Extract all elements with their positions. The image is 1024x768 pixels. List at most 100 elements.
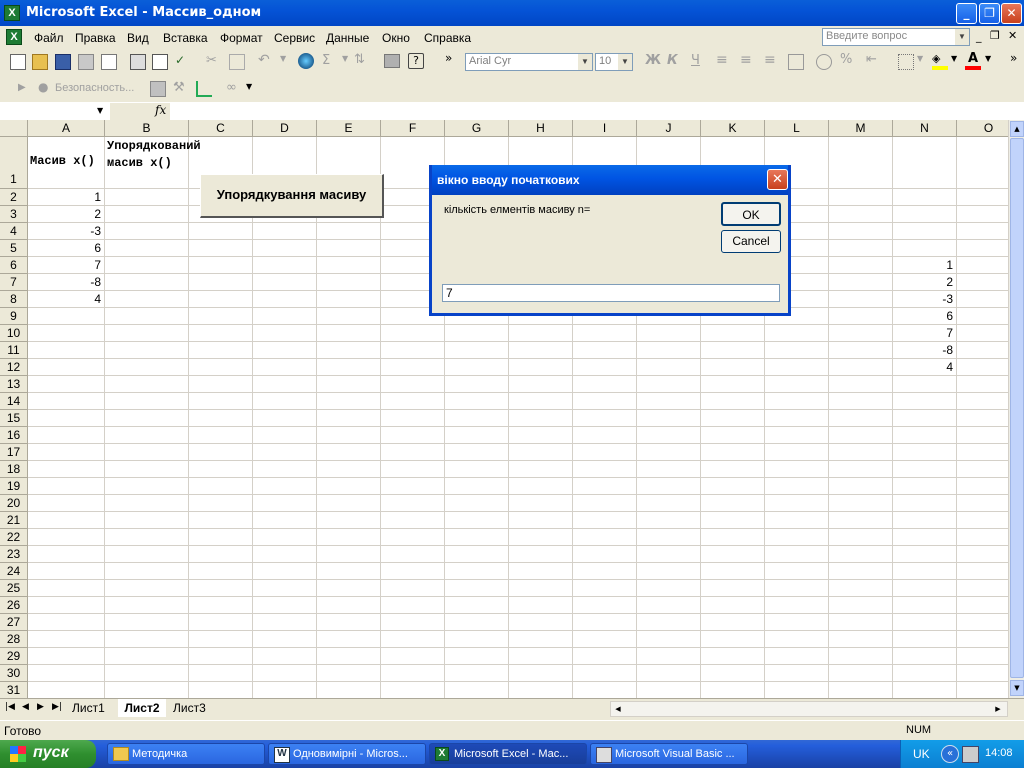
next-sheet-icon[interactable]: ▶ [37, 702, 44, 712]
column-header-o[interactable]: O [957, 120, 1008, 137]
run-icon[interactable]: ▶ [18, 82, 26, 93]
cell-a8[interactable]: 4 [28, 292, 101, 306]
column-header-e[interactable]: E [317, 120, 381, 137]
fill-color-dropdown-icon[interactable]: ▼ [951, 54, 957, 63]
column-header-h[interactable]: H [509, 120, 573, 137]
row-header-10[interactable]: 10 [0, 325, 28, 342]
font-name-select[interactable]: Arial Cyr ▼ [465, 53, 593, 71]
toolbar-overflow-icon[interactable]: » [1010, 51, 1017, 65]
sheet-tab-1[interactable]: Лист1 [72, 701, 105, 715]
n-input-field[interactable]: 7 [442, 284, 780, 302]
column-header-k[interactable]: K [701, 120, 765, 137]
row-header-14[interactable]: 14 [0, 393, 28, 410]
row-header-6[interactable]: 6 [0, 257, 28, 274]
task-word[interactable]: W Одновимірні - Micros... [268, 743, 426, 765]
last-sheet-icon[interactable]: ▶| [52, 702, 62, 712]
cell-n6[interactable]: 1 [893, 258, 953, 272]
cell-n7[interactable]: 2 [893, 275, 953, 289]
close-button[interactable]: ✕ [1001, 3, 1022, 24]
start-button[interactable]: пуск [0, 740, 96, 768]
column-header-l[interactable]: L [765, 120, 829, 137]
row-header-12[interactable]: 12 [0, 359, 28, 376]
record-icon[interactable]: ● [38, 80, 48, 94]
cell-n11[interactable]: -8 [893, 343, 953, 357]
help-question-input[interactable]: Введите вопрос ▼ [822, 28, 970, 46]
print-icon[interactable] [130, 54, 146, 70]
network-icon[interactable] [962, 746, 979, 763]
visual-basic-editor-icon[interactable] [196, 81, 212, 97]
column-header-j[interactable]: J [637, 120, 701, 137]
row-header-5[interactable]: 5 [0, 240, 28, 257]
new-document-icon[interactable] [10, 54, 26, 70]
borders-icon[interactable] [898, 54, 914, 70]
cell-a4[interactable]: -3 [28, 224, 101, 238]
cell-n10[interactable]: 7 [893, 326, 953, 340]
align-center-icon[interactable]: ≡ [740, 52, 752, 68]
preview-icon[interactable] [152, 54, 168, 70]
task-excel[interactable]: X Microsoft Excel - Мас... [429, 743, 587, 765]
workbook-icon[interactable]: X [6, 29, 22, 45]
autosum-icon[interactable]: Σ [322, 53, 330, 68]
column-header-n[interactable]: N [893, 120, 957, 137]
row-header-11[interactable]: 11 [0, 342, 28, 359]
font-size-select[interactable]: 10 ▼ [595, 53, 633, 71]
tray-expand-icon[interactable]: « [941, 745, 959, 763]
undo-dropdown-icon[interactable]: ▼ [280, 54, 286, 63]
script-editor-icon[interactable]: ∞ [226, 80, 237, 95]
autosum-dropdown-icon[interactable]: ▼ [342, 54, 348, 63]
scroll-up-icon[interactable]: ▲ [1010, 121, 1024, 137]
insert-function-button[interactable]: fx [155, 103, 166, 117]
column-header-i[interactable]: I [573, 120, 637, 137]
column-header-m[interactable]: M [829, 120, 893, 137]
cell-n9[interactable]: 6 [893, 309, 953, 323]
row-header-9[interactable]: 9 [0, 308, 28, 325]
borders-dropdown-icon[interactable]: ▼ [917, 54, 923, 63]
decrease-indent-icon[interactable]: ⇤ [866, 52, 877, 67]
row-header-4[interactable]: 4 [0, 223, 28, 240]
row-header-18[interactable]: 18 [0, 461, 28, 478]
restore-button[interactable]: ❐ [979, 3, 1000, 24]
row-header-8[interactable]: 8 [0, 291, 28, 308]
first-sheet-icon[interactable]: |◀ [5, 702, 15, 712]
doc-minimize-icon[interactable]: _ [976, 30, 982, 43]
row-header-7[interactable]: 7 [0, 274, 28, 291]
currency-icon[interactable] [816, 54, 832, 70]
vertical-scroll-thumb[interactable] [1010, 138, 1024, 678]
column-header-g[interactable]: G [445, 120, 509, 137]
hyperlink-icon[interactable] [298, 53, 314, 69]
doc-restore-icon[interactable]: ❐ [990, 29, 1000, 42]
save-icon[interactable] [55, 54, 71, 70]
undo-icon[interactable]: ↶ [258, 52, 270, 68]
row-header-31[interactable]: 31 [0, 682, 28, 698]
cell-a7[interactable]: -8 [28, 275, 101, 289]
bold-button[interactable]: Ж [645, 53, 661, 68]
menu-tools[interactable]: Сервис [274, 31, 315, 45]
row-header-27[interactable]: 27 [0, 614, 28, 631]
spelling-icon[interactable]: ✓ [175, 53, 185, 67]
italic-button[interactable]: К [667, 53, 678, 68]
chart-wizard-icon[interactable] [384, 54, 400, 68]
design-mode-icon[interactable]: ⚒ [173, 80, 185, 95]
menu-insert[interactable]: Вставка [163, 31, 208, 45]
language-indicator[interactable]: UK [913, 747, 930, 761]
menu-file[interactable]: Файл [34, 31, 64, 45]
excel-app-icon[interactable]: X [4, 5, 20, 21]
percent-button[interactable]: % [840, 52, 852, 67]
select-all-corner[interactable] [0, 120, 28, 137]
row-header-2[interactable]: 2 [0, 189, 28, 206]
cell-a1[interactable]: Масив x() [30, 154, 95, 168]
sheet-tab-2[interactable]: Лист2 [118, 699, 166, 717]
horizontal-scrollbar[interactable]: ◀ ▶ [610, 701, 1008, 717]
sort-ascending-icon[interactable]: ⇅ [354, 52, 365, 67]
row-header-13[interactable]: 13 [0, 376, 28, 393]
row-header-20[interactable]: 20 [0, 495, 28, 512]
row-header-25[interactable]: 25 [0, 580, 28, 597]
minimize-button[interactable]: _ [956, 3, 977, 24]
help-icon[interactable]: ? [408, 53, 424, 69]
row-header-28[interactable]: 28 [0, 631, 28, 648]
open-folder-icon[interactable] [32, 54, 48, 70]
cut-icon[interactable]: ✂ [206, 53, 217, 68]
font-color-icon[interactable]: A [965, 51, 981, 70]
row-header-22[interactable]: 22 [0, 529, 28, 546]
toolbar-overflow-icon[interactable]: » [445, 51, 452, 65]
